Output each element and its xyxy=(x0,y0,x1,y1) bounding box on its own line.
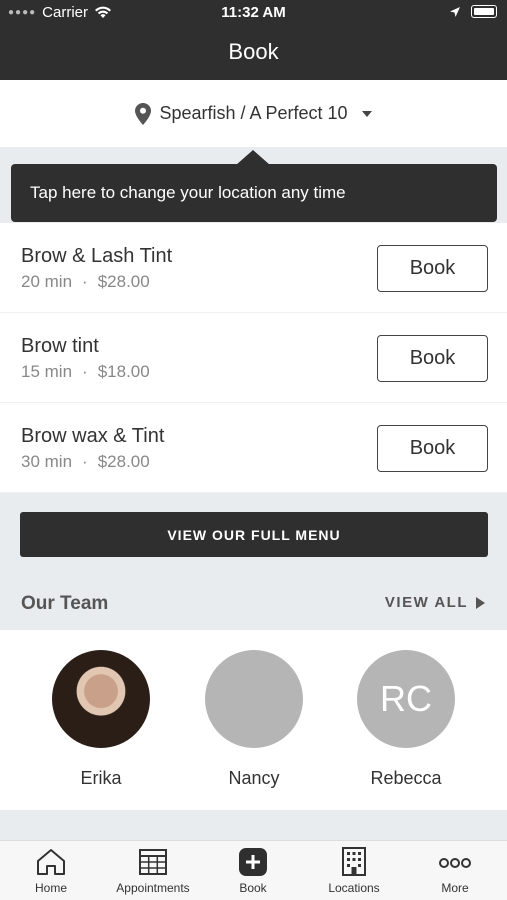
tab-label: Locations xyxy=(328,881,380,895)
book-button[interactable]: Book xyxy=(377,335,488,382)
location-label: Spearfish / A Perfect 10 xyxy=(159,103,348,123)
map-pin-icon xyxy=(135,102,152,125)
view-all-link[interactable]: VIEW ALL xyxy=(385,594,485,611)
meta-separator: · xyxy=(82,362,88,381)
service-price: $18.00 xyxy=(97,362,150,381)
meta-separator: · xyxy=(82,272,88,291)
page-title: Book xyxy=(0,26,507,80)
service-duration: 20 min xyxy=(21,272,73,291)
tab-label: Appointments xyxy=(116,881,190,895)
tab-appointments[interactable]: Appointments xyxy=(103,847,203,895)
book-button[interactable]: Book xyxy=(377,245,488,292)
member-name: Rebecca xyxy=(370,768,442,788)
tab-label: More xyxy=(441,881,469,895)
member-name: Erika xyxy=(80,768,122,788)
service-name: Brow & Lash Tint xyxy=(21,245,173,267)
tab-bar: Home Appointments Book Locations More xyxy=(0,840,507,900)
tab-more[interactable]: More xyxy=(405,847,505,895)
book-button[interactable]: Book xyxy=(377,425,488,472)
building-icon xyxy=(342,847,366,876)
team-title: Our Team xyxy=(21,593,109,614)
service-name: Brow tint xyxy=(21,335,99,357)
avatar-initials: RC xyxy=(357,650,455,748)
calendar-icon xyxy=(139,849,167,875)
tooltip-arrow xyxy=(236,150,270,165)
service-price: $28.00 xyxy=(97,272,150,291)
battery-icon xyxy=(471,5,497,18)
service-duration: 15 min xyxy=(21,362,73,381)
meta-separator: · xyxy=(82,452,88,471)
team-member[interactable]: RC Rebecca xyxy=(356,650,456,789)
team-member[interactable]: Nancy xyxy=(204,650,304,789)
status-time: 11:32 AM xyxy=(221,4,286,21)
home-icon xyxy=(37,849,65,875)
view-full-menu-button[interactable]: VIEW OUR FULL MENU xyxy=(20,512,488,557)
avatar xyxy=(52,650,150,748)
tab-home[interactable]: Home xyxy=(1,847,101,895)
service-duration: 30 min xyxy=(21,452,73,471)
location-arrow-icon xyxy=(450,6,460,17)
service-row: Brow tint 15 min · $18.00 Book xyxy=(0,313,507,403)
status-bar: ●●●● Carrier 11:32 AM xyxy=(0,0,507,26)
avatar xyxy=(205,650,303,748)
service-name: Brow wax & Tint xyxy=(21,425,165,447)
member-name: Nancy xyxy=(228,768,280,788)
team-list: Erika Nancy RC Rebecca xyxy=(0,630,507,810)
service-price: $28.00 xyxy=(97,452,150,471)
plus-icon xyxy=(239,848,267,876)
service-row: Brow wax & Tint 30 min · $28.00 Book xyxy=(0,403,507,493)
location-tooltip[interactable]: Tap here to change your location any tim… xyxy=(11,164,497,222)
tab-label: Home xyxy=(34,881,67,895)
caret-down-icon xyxy=(361,110,372,117)
tab-book[interactable]: Book xyxy=(203,847,303,895)
service-row: Brow & Lash Tint 20 min · $28.00 Book xyxy=(0,223,507,313)
service-meta: 20 min · $28.00 xyxy=(21,272,150,292)
tab-label: Book xyxy=(239,881,267,895)
view-all-label: VIEW ALL xyxy=(384,594,468,611)
service-meta: 30 min · $28.00 xyxy=(21,452,150,472)
tab-locations[interactable]: Locations xyxy=(304,847,404,895)
team-member[interactable]: Erika xyxy=(51,650,151,789)
location-selector[interactable]: Spearfish / A Perfect 10 xyxy=(0,80,507,147)
service-list: Brow & Lash Tint 20 min · $28.00 Book Brow… xyxy=(0,223,507,493)
service-meta: 15 min · $18.00 xyxy=(21,362,150,382)
triangle-right-icon xyxy=(476,596,485,609)
more-icon xyxy=(439,858,471,868)
